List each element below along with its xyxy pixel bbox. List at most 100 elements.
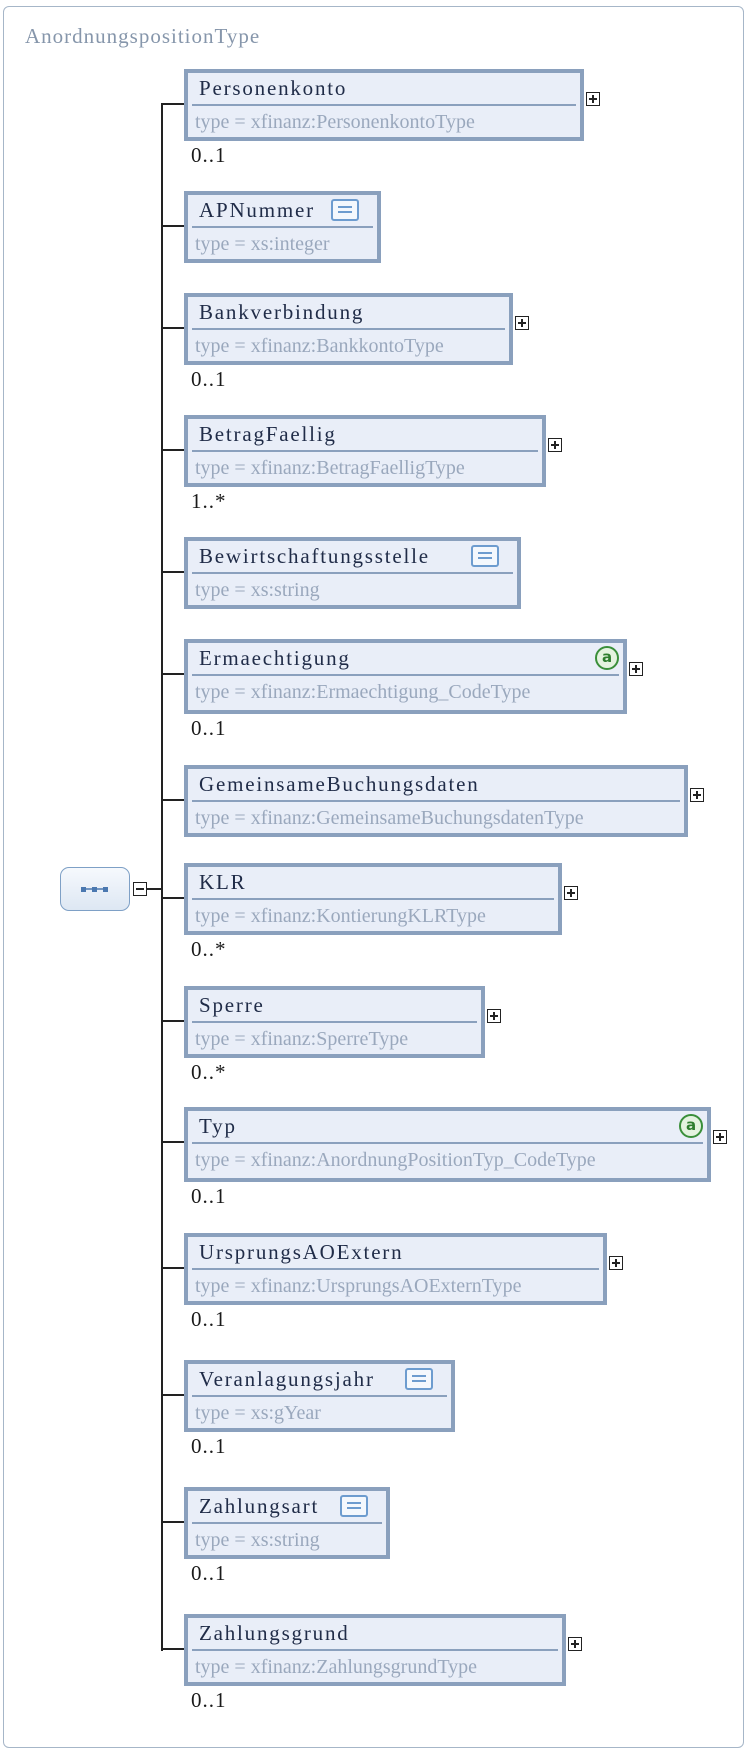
element-connector-line [161,1521,185,1523]
sequence-compositor[interactable] [60,867,130,911]
element-name: Sperre [199,993,265,1017]
element-divider [192,1142,703,1144]
element-name: BetragFaellig [199,422,337,446]
element-name: Bewirtschaftungsstelle [199,544,430,568]
element-connector-line [161,1020,185,1022]
element-cardinality: 1..* [191,489,227,513]
element-cardinality: 0..1 [191,1184,227,1208]
element-box-zahlungsgrund[interactable]: Zahlungsgrund type = xfinanz:Zahlungsgrun… [184,1614,566,1686]
element-type: type = xfinanz:AnordnungPositionTyp_Code… [195,1149,596,1171]
element-divider [192,1649,558,1651]
element-connector-line [161,225,185,227]
documentation-icon[interactable] [340,1495,368,1517]
sequence-stub-line [146,888,162,890]
documentation-icon[interactable] [471,545,499,567]
element-cardinality: 0..1 [191,143,227,167]
element-divider [192,1021,477,1023]
element-type: type = xfinanz:ZahlungsgrundType [195,1656,478,1678]
expand-button[interactable] [548,438,562,452]
element-connector-line [161,1394,185,1396]
element-name: Ermaechtigung [199,646,351,670]
element-name: Veranlagungsjahr [199,1367,375,1391]
element-connector-line [161,1141,185,1143]
element-divider [192,1395,447,1397]
expand-button[interactable] [487,1009,501,1023]
complex-type-title: AnordnungspositionType [25,24,261,48]
element-box-personenkonto[interactable]: Personenkonto type = xfinanz:Personenkont… [184,69,584,141]
element-divider [192,1268,599,1270]
element-type: type = xfinanz:BankkontoType [195,335,444,357]
documentation-icon[interactable] [331,199,359,221]
element-divider [192,800,680,802]
expand-button[interactable] [690,788,704,802]
element-name: KLR [199,870,247,894]
element-cardinality: 0..1 [191,1561,227,1585]
element-box-typ[interactable]: Typ type = xfinanz:AnordnungPositionTyp_C… [184,1107,711,1182]
element-box-bewirtschaftungsstelle[interactable]: Bewirtschaftungsstelle type = xs:string [184,537,521,609]
element-name: Zahlungsgrund [199,1621,350,1645]
attribute-icon[interactable]: a [679,1114,703,1138]
element-connector-line [161,571,185,573]
element-divider [192,450,538,452]
element-type: type = xfinanz:Ermaechtigung_CodeType [195,681,531,703]
element-divider [192,1522,382,1524]
element-connector-line [161,673,185,675]
element-type: type = xfinanz:SperreType [195,1028,409,1050]
element-box-zahlungsart[interactable]: Zahlungsart type = xs:string [184,1487,390,1559]
element-box-gemeinsame-buchungsdaten[interactable]: GemeinsameBuchungsdaten type = xfinanz:Ge… [184,765,688,837]
element-type: type = xs:gYear [195,1402,321,1424]
element-box-bankverbindung[interactable]: Bankverbindung type = xfinanz:BankkontoTy… [184,293,513,365]
sequence-connector-line [161,103,163,1651]
element-divider [192,104,576,106]
element-divider [192,572,513,574]
element-connector-line [161,1648,185,1650]
element-name: Personenkonto [199,76,348,100]
element-box-ursprungs-aoextern[interactable]: UrsprungsAOExtern type = xfinanz:Ursprung… [184,1233,607,1305]
element-name: GemeinsameBuchungsdaten [199,772,480,796]
element-connector-line [161,1267,185,1269]
element-connector-line [161,897,185,899]
element-connector-line [161,799,185,801]
expand-button[interactable] [564,886,578,900]
documentation-icon[interactable] [405,1368,433,1390]
element-box-betrag-faellig[interactable]: BetragFaellig type = xfinanz:BetragFaelli… [184,415,546,487]
element-box-sperre[interactable]: Sperre type = xfinanz:SperreType [184,986,485,1058]
element-type: type = xfinanz:PersonenkontoType [195,111,475,133]
element-cardinality: 0..1 [191,1434,227,1458]
element-type: type = xs:integer [195,233,330,255]
element-divider [192,674,619,676]
element-divider [192,898,554,900]
element-name: APNummer [199,198,315,222]
element-cardinality: 0..* [191,1060,227,1084]
element-box-ermaechtigung[interactable]: Ermaechtigung type = xfinanz:Ermaechtigun… [184,639,627,714]
element-cardinality: 0..1 [191,1307,227,1331]
element-connector-line [161,449,185,451]
element-box-apnummer[interactable]: APNummer type = xs:integer [184,191,381,263]
element-cardinality: 0..* [191,937,227,961]
element-type: type = xfinanz:GemeinsameBuchungsdatenTy… [195,807,584,829]
expand-button[interactable] [586,92,600,106]
collapse-sequence-button[interactable] [133,882,147,896]
expand-button[interactable] [515,316,529,330]
element-name: Zahlungsart [199,1494,320,1518]
expand-button[interactable] [609,1256,623,1270]
element-box-klr[interactable]: KLR type = xfinanz:KontierungKLRType [184,863,562,935]
element-divider [192,328,505,330]
attribute-icon[interactable]: a [595,646,619,670]
element-type: type = xfinanz:BetragFaelligType [195,457,465,479]
element-connector-line [161,327,185,329]
expand-button[interactable] [568,1637,582,1651]
element-name: UrsprungsAOExtern [199,1240,404,1264]
element-box-veranlagungsjahr[interactable]: Veranlagungsjahr type = xs:gYear [184,1360,455,1432]
expand-button[interactable] [713,1130,727,1144]
sequence-icon [81,887,108,892]
element-name: Bankverbindung [199,300,365,324]
element-cardinality: 0..1 [191,1688,227,1712]
element-name: Typ [199,1114,237,1138]
element-cardinality: 0..1 [191,367,227,391]
element-type: type = xs:string [195,579,320,601]
element-cardinality: 0..1 [191,716,227,740]
expand-button[interactable] [629,662,643,676]
element-type: type = xs:string [195,1529,320,1551]
element-type: type = xfinanz:KontierungKLRType [195,905,486,927]
